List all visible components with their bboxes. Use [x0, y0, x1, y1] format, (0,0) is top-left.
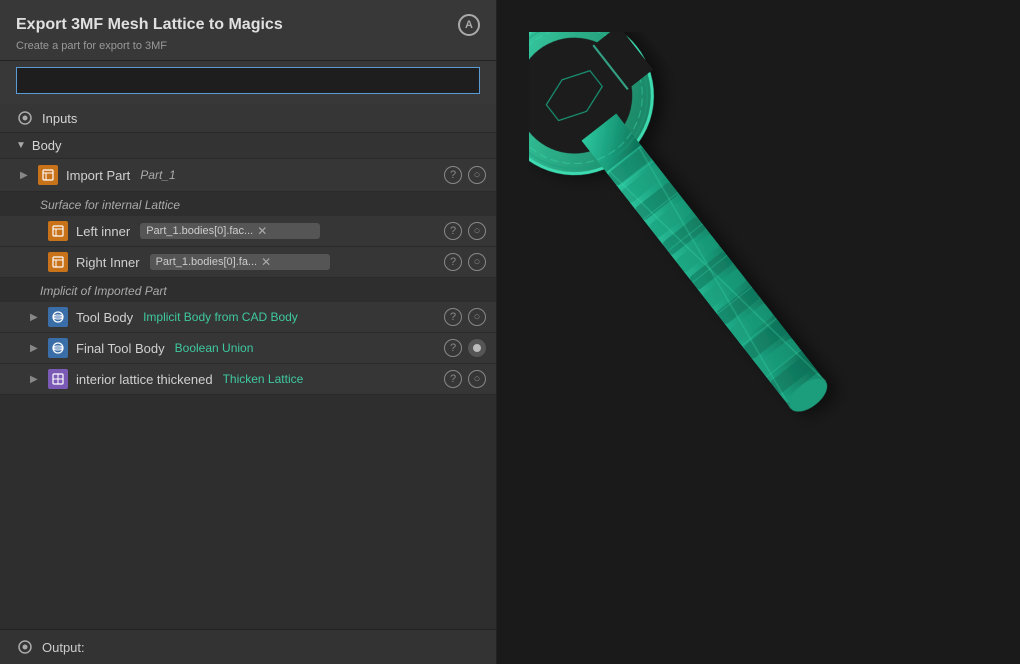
import-part-actions: ? ○ [444, 166, 486, 184]
tool-body-value: Implicit Body from CAD Body [143, 310, 444, 324]
panel-title-row: Export 3MF Mesh Lattice to Magics A [16, 14, 480, 36]
inputs-label: Inputs [42, 111, 77, 126]
final-tool-body-label: Final Tool Body [76, 341, 165, 356]
inputs-icon [16, 109, 34, 127]
right-inner-row[interactable]: Right Inner Part_1.bodies[0].fa... ✕ ? ○ [0, 247, 496, 278]
import-part-help[interactable]: ? [444, 166, 462, 184]
interior-lattice-expand[interactable]: ▶ [30, 374, 44, 385]
final-tool-body-icon [48, 338, 68, 358]
import-part-label: Import Part [66, 168, 130, 183]
panel-header: Export 3MF Mesh Lattice to Magics A Crea… [0, 0, 496, 61]
name-input[interactable] [16, 67, 480, 94]
final-tool-body-actions: ? [444, 339, 486, 357]
tool-body-expand[interactable]: ▶ [30, 312, 44, 323]
right-inner-chip: Part_1.bodies[0].fa... ✕ [150, 254, 330, 270]
right-inner-icon [48, 252, 68, 272]
interior-lattice-icon [48, 369, 68, 389]
tool-body-row[interactable]: ▶ Tool Body Implicit Body from CAD Body … [0, 302, 496, 333]
interior-lattice-help[interactable]: ? [444, 370, 462, 388]
right-inner-chip-value: Part_1.bodies[0].fa... [156, 256, 258, 268]
left-inner-actions: ? ○ [444, 222, 486, 240]
left-inner-help[interactable]: ? [444, 222, 462, 240]
import-expand-icon[interactable]: ▶ [20, 170, 34, 181]
implicit-label: Implicit of Imported Part [0, 278, 496, 302]
right-inner-label: Right Inner [76, 255, 140, 270]
interior-lattice-actions: ? ○ [444, 370, 486, 388]
final-tool-body-help[interactable]: ? [444, 339, 462, 357]
import-part-icon [38, 165, 58, 185]
body-label: Body [32, 138, 62, 153]
panel-title-text: Export 3MF Mesh Lattice to Magics [16, 16, 283, 34]
tool-body-icon [48, 307, 68, 327]
import-part-row[interactable]: ▶ Import Part Part_1 ? ○ [0, 159, 496, 192]
output-row: Output: [0, 629, 496, 664]
final-tool-body-value: Boolean Union [175, 341, 444, 355]
tool-body-dot[interactable]: ○ [468, 308, 486, 326]
tool-body-actions: ? ○ [444, 308, 486, 326]
interior-lattice-dot[interactable]: ○ [468, 370, 486, 388]
import-part-tag: Part_1 [140, 168, 175, 182]
import-part-dot[interactable]: ○ [468, 166, 486, 184]
right-panel [497, 0, 1020, 664]
body-section: ▼ Body [0, 133, 496, 159]
wrench-handle [593, 129, 832, 418]
name-input-container [0, 61, 496, 104]
left-inner-chip-remove[interactable]: ✕ [257, 224, 267, 238]
left-inner-chip-value: Part_1.bodies[0].fac... [146, 225, 253, 237]
left-inner-row[interactable]: Left inner Part_1.bodies[0].fac... ✕ ? ○ [0, 216, 496, 247]
panel-subtitle: Create a part for export to 3MF [16, 40, 480, 52]
final-tool-body-row[interactable]: ▶ Final Tool Body Boolean Union ? [0, 333, 496, 364]
left-inner-dot[interactable]: ○ [468, 222, 486, 240]
interior-lattice-row[interactable]: ▶ interior lattice thickened Thicken Lat… [0, 364, 496, 395]
surface-label: Surface for internal Lattice [0, 192, 496, 216]
right-inner-dot[interactable]: ○ [468, 253, 486, 271]
left-inner-icon [48, 221, 68, 241]
interior-lattice-label: interior lattice thickened [76, 372, 213, 387]
interior-lattice-value: Thicken Lattice [223, 372, 444, 386]
right-inner-help[interactable]: ? [444, 253, 462, 271]
final-tool-body-filled-dot[interactable] [468, 339, 486, 357]
right-inner-chip-remove[interactable]: ✕ [261, 255, 271, 269]
right-inner-actions: ? ○ [444, 253, 486, 271]
output-label: Output: [42, 640, 85, 655]
output-icon [16, 638, 34, 656]
final-tool-body-expand[interactable]: ▶ [30, 343, 44, 354]
title-icon[interactable]: A [458, 14, 480, 36]
left-inner-chip: Part_1.bodies[0].fac... ✕ [140, 223, 320, 239]
left-panel: Export 3MF Mesh Lattice to Magics A Crea… [0, 0, 497, 664]
tool-body-label: Tool Body [76, 310, 133, 325]
wrench-svg [529, 32, 989, 632]
tool-body-help[interactable]: ? [444, 308, 462, 326]
panel-body: ▶ Import Part Part_1 ? ○ Surface for int… [0, 159, 496, 629]
inputs-section: Inputs [0, 104, 496, 133]
left-inner-label: Left inner [76, 224, 130, 239]
body-expand-icon[interactable]: ▼ [16, 140, 26, 151]
